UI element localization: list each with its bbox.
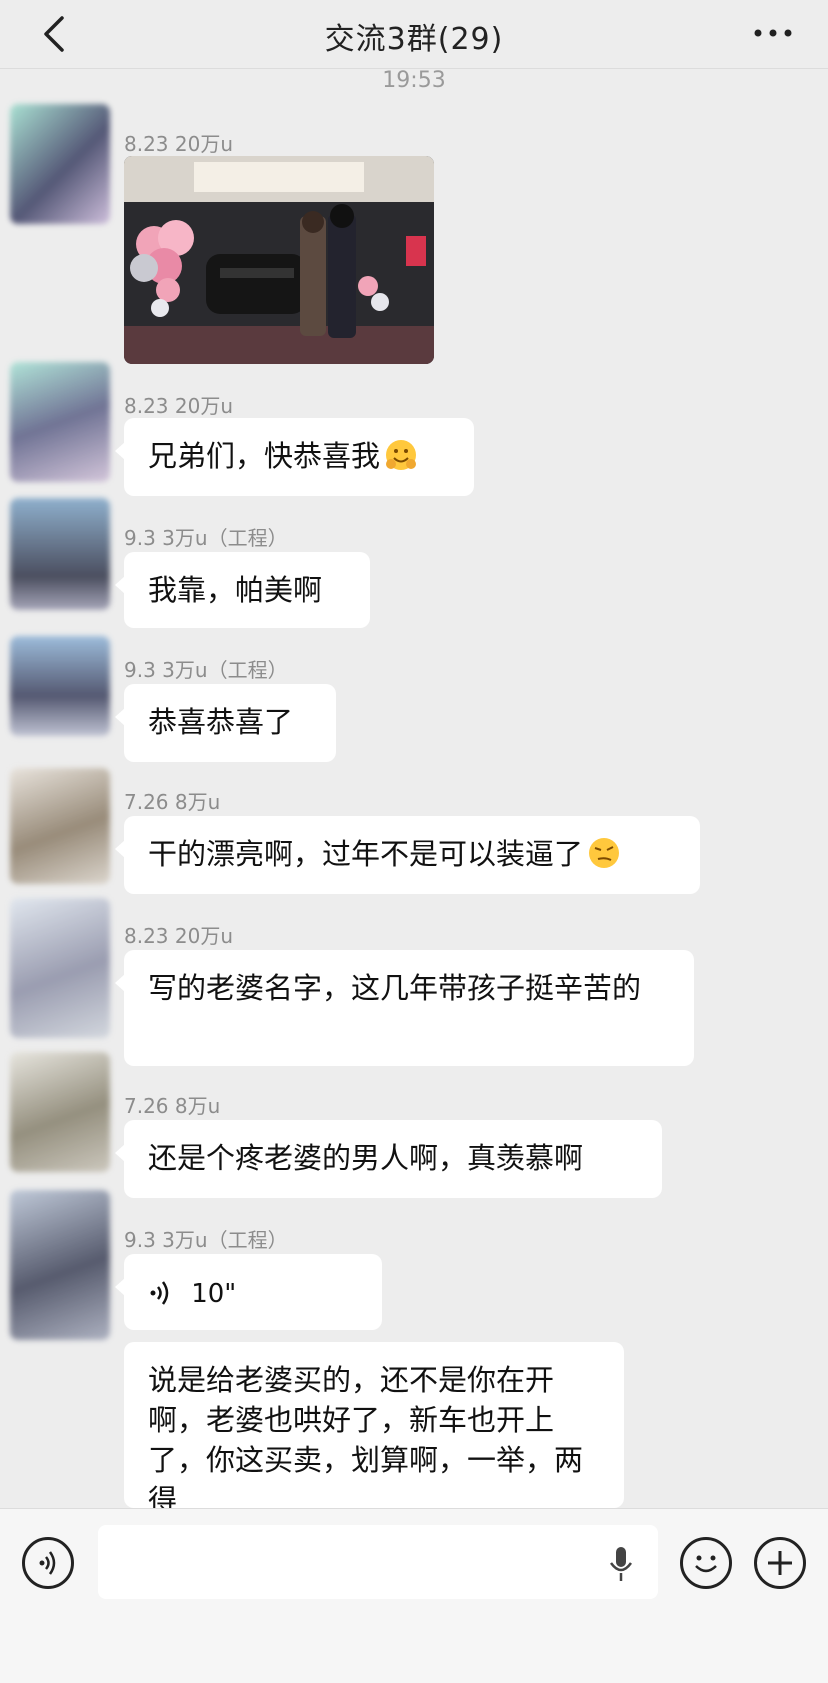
smirk-face-emoji-icon — [589, 838, 620, 868]
message-text: 恭喜恭喜了 — [148, 705, 294, 739]
sender-name: 9.3 3万u（工程） — [124, 658, 288, 682]
avatar[interactable] — [10, 898, 110, 1038]
avatar[interactable] — [10, 1052, 110, 1172]
input-bar — [0, 1508, 828, 1683]
message-text: 兄弟们，快恭喜我 — [148, 439, 381, 473]
message-text: 还是个疼老婆的男人啊，真羡慕啊 — [148, 1141, 584, 1175]
chat-title: 交流3群(29) — [324, 22, 504, 57]
plus-glyph — [768, 1551, 792, 1575]
avatar[interactable] — [10, 104, 110, 224]
message-input[interactable] — [98, 1525, 658, 1599]
message-bubble[interactable]: 兄弟们，快恭喜我 — [115, 418, 474, 496]
message-bubble[interactable]: 干的漂亮啊，过年不是可以装逼了 — [115, 816, 700, 894]
message-text: 我靠，帕美啊 — [148, 573, 323, 607]
sender-name: 7.26 8万u — [124, 1094, 221, 1118]
avatar[interactable] — [10, 636, 110, 736]
sender-name: 7.26 8万u — [124, 790, 221, 814]
sender-name: 8.23 20万u — [124, 924, 234, 948]
message-bubble[interactable]: 恭喜恭喜了 — [115, 684, 336, 762]
sender-name: 9.3 3万u（工程） — [124, 1228, 288, 1252]
message-bubble[interactable]: 说是给老婆买的，还不是你在开啊，老婆也哄好了，新车也开上了，你这买卖，划算啊，一… — [124, 1342, 624, 1508]
top-bar: 交流3群(29) — [0, 0, 828, 69]
voice-message-bubble[interactable]: 10" — [115, 1254, 382, 1330]
avatar[interactable] — [10, 768, 110, 884]
sender-name: 8.23 20万u — [124, 394, 234, 418]
hugging-face-emoji-icon — [386, 440, 417, 470]
avatar[interactable] — [10, 1190, 110, 1340]
more-dots-icon[interactable] — [748, 18, 798, 48]
voice-input-glyph — [39, 1551, 56, 1575]
message-bubble[interactable]: 写的老婆名字，这几年带孩子挺辛苦的 — [115, 950, 694, 1066]
plus-icon[interactable] — [754, 1537, 806, 1589]
mic-icon[interactable] — [608, 1545, 634, 1585]
voice-duration: 10" — [191, 1279, 237, 1309]
showroom-photo — [124, 156, 434, 364]
chat-timestamp: 19:53 — [382, 68, 446, 93]
emoji-icon[interactable] — [680, 1537, 732, 1589]
avatar[interactable] — [10, 498, 110, 610]
voice-wave-icon — [150, 1281, 169, 1305]
emoji-glyph — [695, 1555, 717, 1573]
avatar[interactable] — [10, 362, 110, 482]
message-text: 干的漂亮啊，过年不是可以装逼了 — [148, 837, 584, 871]
sender-name: 8.23 20万u — [124, 132, 234, 156]
voice-input-icon[interactable] — [22, 1537, 74, 1589]
message-text: 写的老婆名字，这几年带孩子挺辛苦的 — [148, 971, 642, 1005]
message-photo[interactable] — [124, 156, 434, 364]
message-bubble[interactable]: 我靠，帕美啊 — [115, 552, 370, 628]
message-text: 说是给老婆买的，还不是你在开啊，老婆也哄好了，新车也开上了，你这买卖，划算啊，一… — [148, 1363, 584, 1508]
message-bubble[interactable]: 还是个疼老婆的男人啊，真羡慕啊 — [115, 1120, 662, 1198]
sender-name: 9.3 3万u（工程） — [124, 526, 288, 550]
